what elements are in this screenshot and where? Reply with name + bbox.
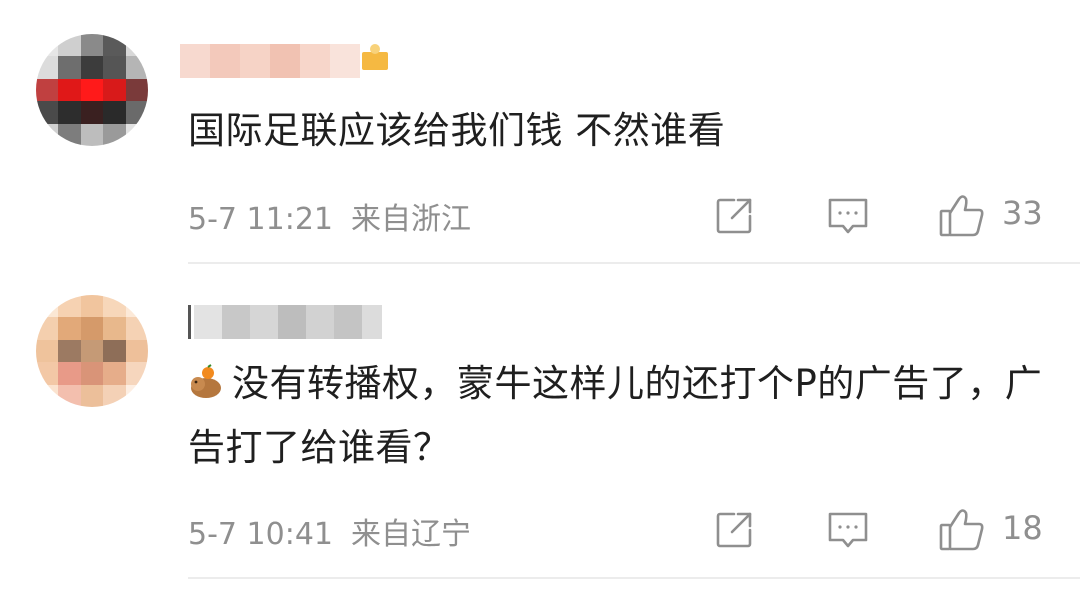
comment-meta: 5-7 10:41 来自辽宁 <box>188 509 471 553</box>
share-icon[interactable] <box>712 508 756 552</box>
user-level-badge-icon <box>360 42 390 72</box>
comment-location: 来自浙江 <box>351 202 471 237</box>
comment-meta: 5-7 11:21 来自浙江 <box>188 194 471 238</box>
comment-item: 国际足联应该给我们钱 不然谁看 5-7 11:21 来自浙江 33 <box>0 0 1080 263</box>
comment-icon[interactable] <box>826 508 870 552</box>
avatar[interactable] <box>36 34 148 146</box>
like-count: 18 <box>1002 509 1043 547</box>
comment-text: 没有转播权，蒙牛这样儿的还打个P的广告了，广告打了给谁看？ <box>188 362 1043 469</box>
comment-time: 5-7 11:21 <box>188 202 333 237</box>
thumbs-up-icon[interactable] <box>938 192 986 238</box>
comment-body: 没有转播权，蒙牛这样儿的还打个P的广告了，广告打了给谁看？ <box>188 352 1048 480</box>
avatar[interactable] <box>36 295 148 407</box>
thumbs-up-icon[interactable] <box>938 506 986 552</box>
share-icon[interactable] <box>712 194 756 238</box>
comment-location: 来自辽宁 <box>351 517 471 552</box>
divider <box>188 577 1080 579</box>
comment-icon[interactable] <box>826 194 870 238</box>
username-redacted[interactable] <box>188 305 383 339</box>
comment-time: 5-7 10:41 <box>188 517 333 552</box>
comment-item: 没有转播权，蒙牛这样儿的还打个P的广告了，广告打了给谁看？ 5-7 10:41 来… <box>0 263 1080 581</box>
like-count: 33 <box>1002 194 1043 232</box>
comment-text: 国际足联应该给我们钱 不然谁看 <box>188 109 726 152</box>
capybara-emoji <box>188 356 224 398</box>
